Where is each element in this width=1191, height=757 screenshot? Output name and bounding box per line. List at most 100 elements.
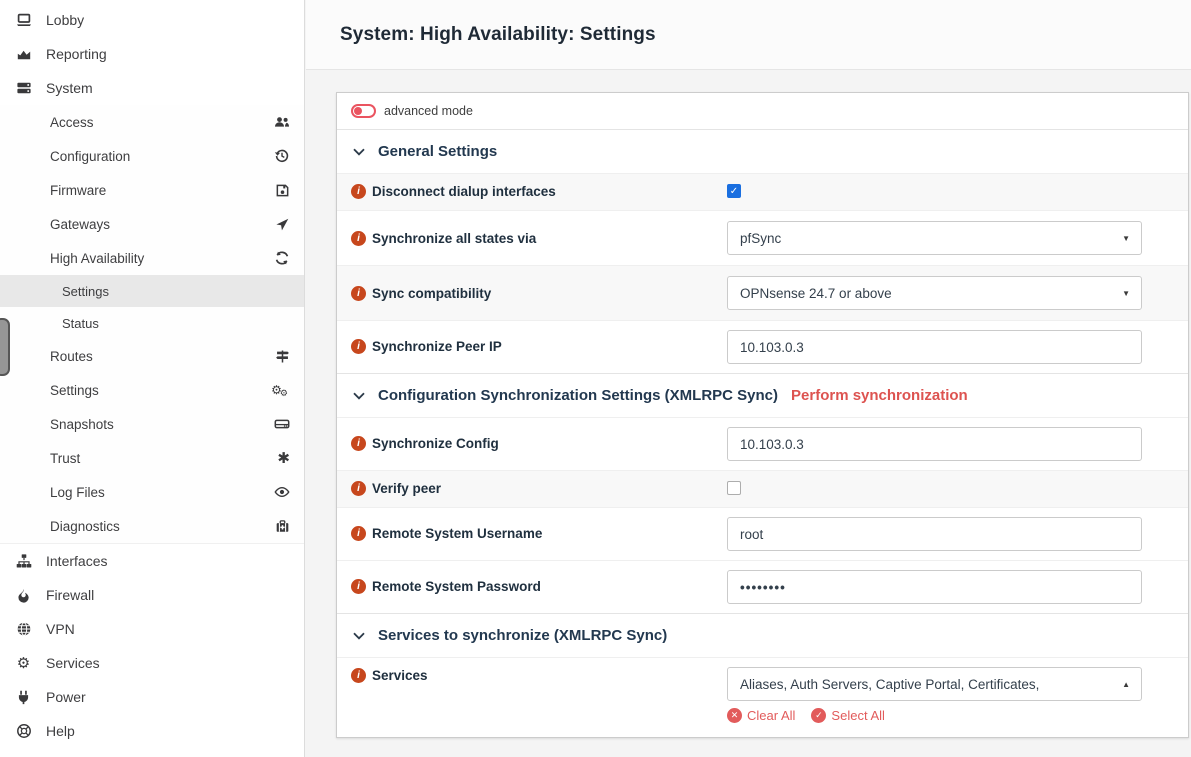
info-icon[interactable]: i [351, 526, 366, 541]
clear-all-button[interactable]: ✕ Clear All [727, 708, 795, 723]
sidebar-item-power[interactable]: Power [0, 680, 304, 714]
info-icon[interactable]: i [351, 231, 366, 246]
chevron-down-icon [353, 632, 365, 640]
field-label: Verify peer [372, 481, 441, 497]
sync-compatibility-select[interactable]: OPNsense 24.7 or above ▼ [727, 276, 1142, 310]
sidebar-item-lobby[interactable]: Lobby [0, 3, 304, 37]
map-signs-icon [275, 349, 290, 364]
sidebar: Lobby Reporting System Access Configurat… [0, 0, 305, 757]
sidebar-item-label: Snapshots [50, 417, 114, 432]
sidebar-item-snapshots[interactable]: Snapshots [0, 407, 304, 441]
sidebar-item-high-availability[interactable]: High Availability [0, 241, 304, 275]
field-remote-username: i Remote System Username [337, 507, 1188, 560]
certificate-icon: ✱ [277, 451, 290, 466]
sidebar-item-system[interactable]: System [0, 71, 304, 105]
sidebar-item-log-files[interactable]: Log Files [0, 475, 304, 509]
gears-icon: ⚙⚙ [271, 384, 290, 396]
verify-peer-checkbox[interactable] [727, 481, 741, 495]
advanced-mode-row: advanced mode [337, 93, 1188, 129]
sidebar-item-gateways[interactable]: Gateways [0, 207, 304, 241]
sidebar-item-settings[interactable]: Settings ⚙⚙ [0, 373, 304, 407]
sidebar-item-label: Help [46, 723, 75, 739]
sidebar-item-interfaces[interactable]: Interfaces [0, 544, 304, 578]
services-multiselect[interactable]: Aliases, Auth Servers, Captive Portal, C… [727, 667, 1142, 701]
field-remote-password: i Remote System Password [337, 560, 1188, 613]
caret-down-icon: ▼ [1122, 289, 1130, 298]
caret-up-icon: ▲ [1122, 680, 1130, 689]
field-sync-compatibility: i Sync compatibility OPNsense 24.7 or ab… [337, 265, 1188, 320]
medkit-icon [275, 519, 290, 534]
sidebar-item-help[interactable]: Help [0, 714, 304, 748]
sidebar-item-diagnostics[interactable]: Diagnostics [0, 509, 304, 543]
disconnect-dialup-checkbox[interactable]: ✓ [727, 184, 741, 198]
sidebar-item-access[interactable]: Access [0, 105, 304, 139]
sidebar-item-services[interactable]: ⚙ Services [0, 646, 304, 680]
sidebar-item-label: Firmware [50, 183, 106, 198]
main-content: System: High Availability: Settings adva… [306, 0, 1191, 757]
sidebar-item-label: Lobby [46, 12, 84, 28]
field-label: Remote System Password [372, 579, 541, 595]
sidebar-item-label: Routes [50, 349, 93, 364]
sidebar-item-label: Status [62, 316, 99, 331]
info-icon[interactable]: i [351, 184, 366, 199]
settings-panel: advanced mode General Settings i Disconn… [336, 92, 1189, 738]
sidebar-item-label: High Availability [50, 251, 144, 266]
remote-username-input[interactable] [727, 517, 1142, 551]
circle-x-icon: ✕ [727, 708, 742, 723]
remote-password-input[interactable] [727, 570, 1142, 604]
section-title: Configuration Synchronization Settings (… [378, 387, 778, 404]
chart-area-icon [14, 46, 33, 62]
users-icon [274, 114, 290, 130]
sidebar-item-firewall[interactable]: Firewall [0, 578, 304, 612]
sidebar-item-label: Access [50, 115, 94, 130]
info-icon[interactable]: i [351, 668, 366, 683]
field-services: i Services Aliases, Auth Servers, Captiv… [337, 657, 1188, 737]
advanced-mode-toggle-icon[interactable] [351, 104, 376, 118]
info-icon[interactable]: i [351, 286, 366, 301]
sidebar-item-ha-status[interactable]: Status [0, 307, 304, 339]
info-icon[interactable]: i [351, 436, 366, 451]
info-icon[interactable]: i [351, 339, 366, 354]
section-config-sync[interactable]: Configuration Synchronization Settings (… [337, 373, 1188, 417]
sidebar-item-label: Gateways [50, 217, 110, 232]
firmware-icon [275, 183, 290, 198]
page-title: System: High Availability: Settings [340, 24, 656, 46]
sync-states-select[interactable]: pfSync ▼ [727, 221, 1142, 255]
sidebar-item-vpn[interactable]: VPN [0, 612, 304, 646]
location-arrow-icon [275, 217, 290, 232]
globe-icon [14, 621, 33, 637]
field-disconnect-dialup: i Disconnect dialup interfaces ✓ [337, 173, 1188, 210]
select-all-button[interactable]: ✓ Select All [811, 708, 884, 723]
sync-config-input[interactable] [727, 427, 1142, 461]
sidebar-item-routes[interactable]: Routes [0, 339, 304, 373]
section-title: General Settings [378, 143, 497, 160]
sync-peer-ip-input[interactable] [727, 330, 1142, 364]
section-general-settings[interactable]: General Settings [337, 129, 1188, 173]
sidebar-item-label: Trust [50, 451, 80, 466]
sidebar-item-ha-settings[interactable]: Settings [0, 275, 304, 307]
sidebar-item-configuration[interactable]: Configuration [0, 139, 304, 173]
info-icon[interactable]: i [351, 481, 366, 496]
sync-icon [274, 250, 290, 266]
field-sync-states: i Synchronize all states via pfSync ▼ [337, 210, 1188, 265]
sidebar-item-trust[interactable]: Trust ✱ [0, 441, 304, 475]
section-services-sync[interactable]: Services to synchronize (XMLRPC Sync) [337, 613, 1188, 657]
sidebar-item-reporting[interactable]: Reporting [0, 37, 304, 71]
drawer-handle[interactable] [0, 318, 10, 376]
sidebar-item-label: VPN [46, 621, 75, 637]
field-label: Services [372, 668, 428, 684]
gear-icon: ⚙ [14, 656, 33, 671]
field-label: Synchronize Peer IP [372, 339, 502, 355]
system-submenu: Access Configuration Firmware Gateways H [0, 105, 304, 544]
field-label: Remote System Username [372, 526, 542, 542]
lobby-icon [14, 12, 33, 28]
info-icon[interactable]: i [351, 579, 366, 594]
hdd-icon [274, 416, 290, 432]
sidebar-item-label: Diagnostics [50, 519, 120, 534]
fire-icon [14, 588, 33, 603]
sidebar-item-firmware[interactable]: Firmware [0, 173, 304, 207]
field-sync-config: i Synchronize Config [337, 417, 1188, 470]
perform-synchronization-link[interactable]: Perform synchronization [791, 387, 968, 404]
advanced-mode-label: advanced mode [384, 104, 473, 118]
sidebar-item-label: Settings [50, 383, 99, 398]
